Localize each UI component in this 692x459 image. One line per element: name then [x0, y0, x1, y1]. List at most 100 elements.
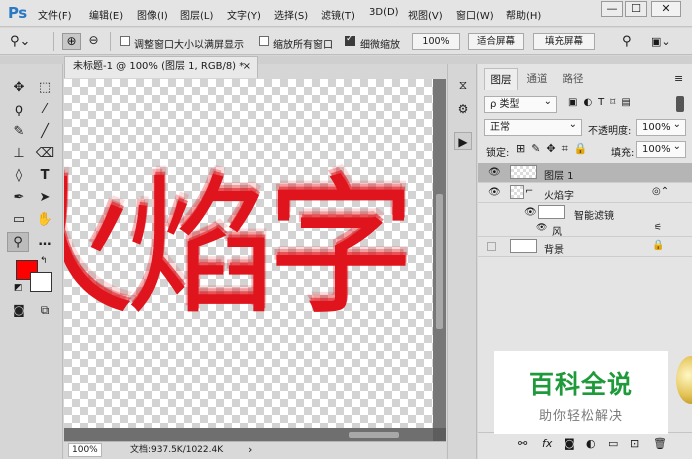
path-select-icon[interactable]: ➤	[34, 188, 56, 208]
menu-file[interactable]: 文件(F)	[38, 7, 72, 22]
fill-screen-button[interactable]: 填充屏幕	[533, 33, 595, 50]
shape-tool-icon[interactable]: ▭	[8, 210, 30, 230]
layer-thumbnail	[510, 239, 537, 253]
eyedropper-icon[interactable]: ✎	[8, 122, 30, 142]
opacity-field[interactable]: 100%	[636, 117, 686, 136]
close-button[interactable]: ✕	[651, 1, 681, 17]
fill-label: 填充:	[611, 148, 635, 159]
vertical-scroll-thumb[interactable]	[436, 194, 443, 329]
status-menu-arrow[interactable]: ›	[248, 442, 252, 458]
move-tool-icon[interactable]: ✥	[8, 78, 30, 98]
zoom-level-field[interactable]: 100%	[68, 443, 102, 457]
properties-panel-icon[interactable]: ⚙	[454, 100, 472, 118]
visibility-eye-icon[interactable]: 👁	[536, 223, 547, 233]
add-mask-icon[interactable]: ◙	[564, 437, 575, 450]
fx-icon[interactable]: fx	[542, 437, 552, 450]
visibility-eye-icon[interactable]: 👁	[524, 207, 537, 218]
scrubby-zoom-checkbox[interactable]	[345, 34, 355, 46]
canvas[interactable]: 火焰字	[64, 79, 433, 428]
menu-window[interactable]: 窗口(W)	[456, 7, 494, 22]
new-layer-icon[interactable]: ⊡	[630, 437, 639, 450]
tab-paths[interactable]: 路径	[556, 68, 590, 90]
pen-tool-icon[interactable]: ✒	[8, 188, 30, 208]
zoom-all-windows-label: 缩放所有窗口	[273, 40, 333, 51]
hidden-visibility-box[interactable]	[487, 242, 496, 251]
more-tools-icon[interactable]: …	[34, 232, 56, 252]
document-tab[interactable]: 未标题-1 @ 100% (图层 1, RGB/8) * ×	[64, 56, 258, 78]
marquee-tool-icon[interactable]: ⬚	[34, 78, 56, 98]
delete-layer-icon[interactable]: 🗑	[653, 437, 667, 450]
restore-button[interactable]: ☐	[625, 1, 647, 17]
swap-colors-icon[interactable]: ↰	[40, 256, 48, 266]
layer-filter-select[interactable]: ρ 类型	[484, 94, 557, 113]
minimize-button[interactable]: —	[601, 1, 623, 17]
magic-wand-icon[interactable]: ⁄	[34, 100, 56, 120]
filter-toggle[interactable]	[676, 96, 684, 112]
menu-layer[interactable]: 图层(L)	[180, 7, 213, 22]
canvas-area: 火焰字	[64, 79, 446, 441]
fit-screen-button[interactable]: 适合屏幕	[468, 33, 524, 50]
type-tool-icon[interactable]: T	[34, 166, 56, 186]
menu-help[interactable]: 帮助(H)	[506, 7, 541, 22]
menu-select[interactable]: 选择(S)	[274, 7, 308, 22]
adjustment-layer-icon[interactable]: ◐	[586, 437, 596, 450]
gradient-tool-icon[interactable]: ◊	[8, 166, 30, 186]
zoom-tool-icon[interactable]: ⚲	[7, 232, 29, 252]
zoom-out-icon[interactable]: ⊖	[84, 33, 103, 50]
hand-tool-icon[interactable]: ✋	[34, 210, 56, 230]
filter-mask-thumbnail	[538, 205, 565, 219]
quick-mask-icon[interactable]: ◙	[8, 300, 30, 320]
background-color-swatch[interactable]	[30, 272, 52, 292]
tab-layers[interactable]: 图层	[484, 68, 518, 90]
menu-3d[interactable]: 3D(D)	[369, 7, 399, 18]
scrubby-zoom-label: 细微缩放	[360, 40, 400, 51]
zoom-100-button[interactable]: 100%	[412, 33, 460, 50]
photoshop-window: Ps 文件(F) 编辑(E) 图像(I) 图层(L) 文字(Y) 选择(S) 滤…	[0, 0, 692, 459]
filter-options-icon[interactable]: ⚟	[654, 223, 662, 233]
menu-edit[interactable]: 编辑(E)	[89, 7, 123, 22]
screen-mode-icon[interactable]: ⧉	[34, 300, 56, 320]
actions-play-icon[interactable]: ▶	[454, 132, 472, 150]
zoom-tool-preset-icon[interactable]: ⚲⌄	[10, 33, 40, 50]
vertical-scrollbar[interactable]	[433, 79, 446, 428]
layer-row[interactable]: 👁 智能滤镜	[478, 203, 692, 223]
default-colors-icon[interactable]: ◩	[14, 283, 23, 293]
resize-windows-checkbox[interactable]	[120, 36, 130, 46]
close-document-icon[interactable]: ×	[243, 57, 251, 77]
layer-row[interactable]: 背景 🔒	[478, 237, 692, 257]
visibility-eye-icon[interactable]: 👁	[488, 187, 501, 198]
history-panel-icon[interactable]: ⧖	[454, 76, 472, 94]
menu-type[interactable]: 文字(Y)	[227, 7, 261, 22]
lock-icons[interactable]: ⊞✎✥⌗🔒	[516, 142, 594, 156]
horizontal-scrollbar[interactable]	[64, 428, 433, 441]
horizontal-scroll-thumb[interactable]	[349, 432, 399, 438]
layer-row[interactable]: 👁 图层 1	[478, 163, 692, 183]
blend-mode-select[interactable]: 正常	[484, 117, 582, 136]
layer-row[interactable]: 👁 风 ⚟	[478, 223, 692, 238]
panel-menu-icon[interactable]: ≡	[674, 72, 683, 85]
layer-thumbnail	[510, 165, 537, 179]
tab-channels[interactable]: 通道	[520, 68, 554, 90]
zoom-in-icon[interactable]: ⊕	[62, 33, 81, 50]
link-layers-icon[interactable]: ⚯	[518, 437, 527, 450]
menu-view[interactable]: 视图(V)	[408, 7, 443, 22]
divider	[110, 32, 111, 51]
eraser-tool-icon[interactable]: ⌫	[34, 144, 56, 164]
visibility-eye-icon[interactable]: 👁	[488, 167, 501, 178]
brush-tool-icon[interactable]: ╱	[34, 122, 56, 142]
panel-icon-strip: ⧖ ⚙ ▶	[447, 64, 477, 459]
fill-field[interactable]: 100%	[636, 139, 686, 158]
lasso-tool-icon[interactable]: ϙ	[8, 100, 30, 120]
smart-filter-icon[interactable]: ◎⌃	[652, 186, 669, 197]
layer-row[interactable]: 👁 ⌐ 火焰字 ◎⌃	[478, 183, 692, 203]
filter-icons[interactable]: ▣◐T⌑▤	[568, 97, 637, 108]
workspace-switcher-icon[interactable]: ▣⌄	[651, 33, 681, 50]
watermark-subtitle: 助你轻松解决	[538, 409, 623, 424]
menu-filter[interactable]: 滤镜(T)	[321, 7, 355, 22]
smart-object-icon: ⌐	[525, 186, 534, 197]
stamp-tool-icon[interactable]: ⊥	[8, 144, 30, 164]
menu-image[interactable]: 图像(I)	[137, 7, 168, 22]
zoom-all-windows-checkbox[interactable]	[259, 36, 269, 46]
search-icon[interactable]: ⚲	[622, 33, 638, 50]
new-group-icon[interactable]: ▭	[608, 437, 618, 450]
